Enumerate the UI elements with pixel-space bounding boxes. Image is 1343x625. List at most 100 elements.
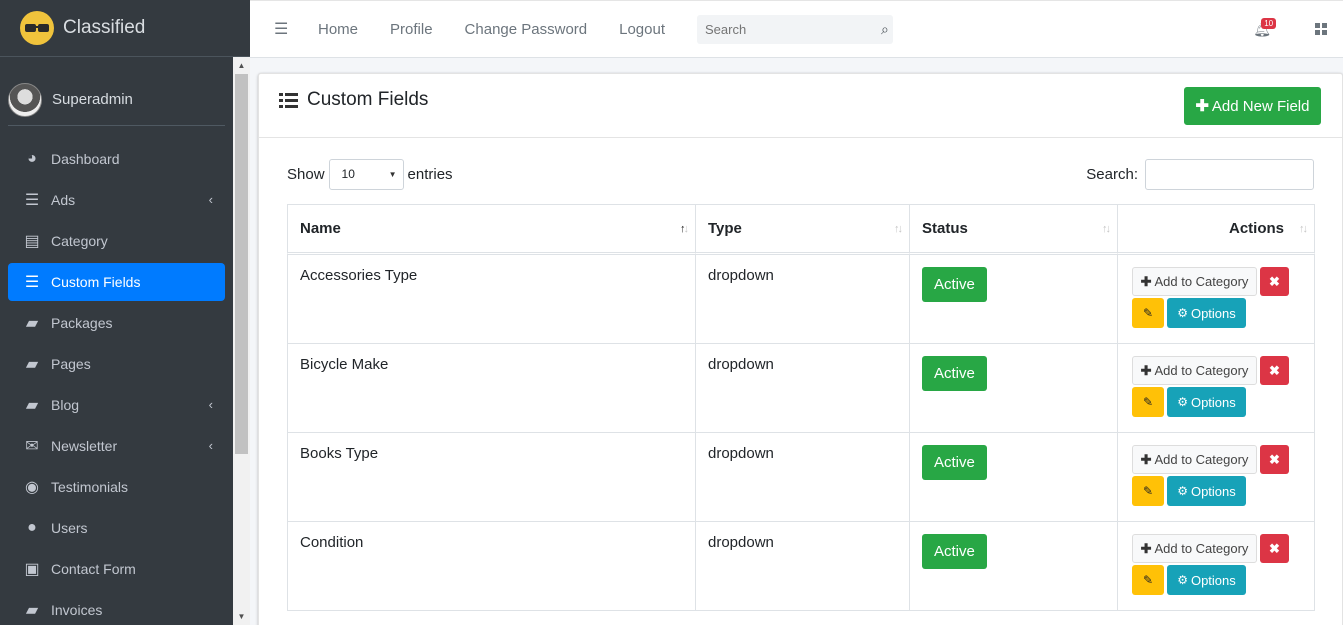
column-header-type[interactable]: Type ↑↓: [695, 204, 909, 255]
sidebar-item-newsletter[interactable]: ✉ Newsletter ‹: [8, 427, 225, 465]
user-panel[interactable]: Superadmin: [8, 57, 225, 126]
add-to-category-button[interactable]: ✚ Add to Category: [1132, 267, 1257, 296]
sidebar-item-label: Category: [51, 233, 108, 249]
status-badge[interactable]: Active: [922, 534, 987, 569]
delete-button[interactable]: ✖: [1260, 267, 1289, 296]
entries-length-control: Show 10 ▼ entries: [287, 158, 453, 190]
top-navbar: ☰ Home Profile Change Password Logout ⌕ …: [250, 0, 1343, 58]
table-search-input[interactable]: [1145, 158, 1314, 190]
table-search: Search:: [1086, 158, 1314, 190]
sidebar-item-label: Packages: [51, 315, 113, 331]
column-header-name[interactable]: Name ↑↓: [287, 204, 695, 255]
cell-status: Active: [909, 255, 1117, 344]
edit-icon: ✎: [1142, 573, 1154, 587]
sidebar-nav: ◕ Dashboard ☰ Ads ‹ ▤ Category ☰ Custom Fields ▰ P…: [0, 140, 233, 625]
close-icon: ✖: [1269, 540, 1280, 556]
edit-icon: ✎: [1142, 395, 1154, 409]
entries-select-value: 10: [341, 167, 355, 181]
apps-grid-icon[interactable]: [1315, 23, 1327, 35]
user-icon: ●: [27, 519, 37, 536]
sidebar-item-label: Newsletter: [51, 438, 118, 454]
plus-icon: ✚: [1140, 451, 1152, 467]
edit-button[interactable]: ✎: [1132, 565, 1164, 595]
sidebar-item-dashboard[interactable]: ◕ Dashboard: [8, 140, 225, 178]
sidebar-item-label: Contact Form: [51, 561, 136, 577]
sidebar-item-label: Custom Fields: [51, 274, 141, 290]
edit-icon: ✎: [1142, 484, 1154, 498]
cell-type: dropdown: [695, 433, 909, 522]
edit-button[interactable]: ✎: [1132, 298, 1164, 328]
chevron-left-icon[interactable]: ‹: [209, 397, 213, 412]
sidebar-item-label: Users: [51, 520, 88, 536]
nav-link-profile[interactable]: Profile: [390, 21, 433, 38]
sort-icon: ↑↓: [1299, 223, 1308, 235]
sidebar-item-pages[interactable]: ▰ Pages: [8, 345, 225, 383]
sidebar-item-label: Blog: [51, 397, 80, 413]
page-title-text: Custom Fields: [307, 89, 429, 110]
status-badge[interactable]: Active: [922, 445, 987, 480]
notifications-bell[interactable]: 🔔︎ 10: [1253, 18, 1277, 38]
add-new-field-button[interactable]: ✚ Add New Field: [1184, 87, 1321, 125]
search-icon[interactable]: ⌕: [881, 21, 889, 38]
sidebar-item-invoices[interactable]: ▰ Invoices: [8, 591, 225, 625]
sidebar-item-label: Testimonials: [51, 479, 129, 495]
sidebar-item-custom-fields[interactable]: ☰ Custom Fields: [8, 263, 225, 301]
sidebar-item-label: Ads: [51, 192, 76, 208]
options-button[interactable]: ⚙ Options: [1167, 476, 1246, 506]
options-button[interactable]: ⚙ Options: [1167, 298, 1246, 328]
scroll-up-arrow-icon[interactable]: ▲: [233, 57, 250, 74]
show-label: Show: [287, 165, 325, 183]
delete-button[interactable]: ✖: [1260, 445, 1289, 474]
gear-icon: ⚙: [1177, 573, 1188, 587]
table-controls: Show 10 ▼ entries Search:: [287, 158, 1314, 190]
sidebar-scrollbar[interactable]: ▲ ▼: [233, 57, 250, 625]
book-icon: ▰: [25, 602, 39, 619]
chevron-left-icon[interactable]: ‹: [209, 192, 213, 207]
table-row: Accessories Type dropdown Active ✚ Add to Ca…: [287, 255, 1315, 344]
add-to-category-button[interactable]: ✚ Add to Category: [1132, 356, 1257, 385]
status-badge[interactable]: Active: [922, 356, 987, 391]
navbar-search-input[interactable]: [705, 21, 882, 37]
nav-link-change-password[interactable]: Change Password: [465, 21, 588, 38]
card-header: Custom Fields ✚ Add New Field: [259, 74, 1342, 138]
edit-button[interactable]: ✎: [1132, 476, 1164, 506]
nav-link-logout[interactable]: Logout: [619, 21, 665, 38]
scrollbar-thumb[interactable]: [235, 74, 248, 454]
delete-button[interactable]: ✖: [1260, 534, 1289, 563]
sidebar-item-category[interactable]: ▤ Category: [8, 222, 225, 260]
user-name: Superadmin: [52, 91, 133, 108]
brand-logo-icon: [20, 11, 54, 45]
scroll-down-arrow-icon[interactable]: ▼: [233, 608, 250, 625]
status-badge[interactable]: Active: [922, 267, 987, 302]
options-button[interactable]: ⚙ Options: [1167, 565, 1246, 595]
add-to-category-button[interactable]: ✚ Add to Category: [1132, 445, 1257, 474]
add-to-category-button[interactable]: ✚ Add to Category: [1132, 534, 1257, 563]
avatar: [8, 82, 42, 117]
sidebar-item-testimonials[interactable]: ◉ Testimonials: [8, 468, 225, 506]
chevron-left-icon[interactable]: ‹: [209, 438, 213, 453]
sidebar-item-contact-form[interactable]: ▣ Contact Form: [8, 550, 225, 588]
gear-icon: ⚙: [1177, 484, 1188, 498]
gear-icon: ⚙: [1177, 306, 1188, 320]
cell-actions: ✚ Add to Category ✖ ✎ ⚙ Options: [1117, 522, 1315, 611]
edit-button[interactable]: ✎: [1132, 387, 1164, 417]
caret-down-icon: ▼: [388, 169, 397, 179]
sidebar-item-users[interactable]: ● Users: [8, 509, 225, 547]
options-button[interactable]: ⚙ Options: [1167, 387, 1246, 417]
entries-select[interactable]: 10 ▼: [328, 158, 404, 190]
column-header-actions[interactable]: Actions ↑↓: [1117, 204, 1315, 255]
nav-link-home[interactable]: Home: [318, 21, 358, 38]
brand-name: Classified: [63, 17, 146, 38]
close-icon: ✖: [1269, 362, 1280, 378]
column-header-status[interactable]: Status ↑↓: [909, 204, 1117, 255]
sidebar-item-ads[interactable]: ☰ Ads ‹: [8, 181, 225, 219]
cell-type: dropdown: [695, 344, 909, 433]
delete-button[interactable]: ✖: [1260, 356, 1289, 385]
menu-toggle-icon[interactable]: ☰: [274, 19, 288, 39]
brand[interactable]: Classified: [0, 0, 250, 57]
page-title: Custom Fields: [279, 89, 428, 111]
sidebar-item-blog[interactable]: ▰ Blog ‹: [8, 386, 225, 424]
sidebar-item-label: Invoices: [51, 602, 103, 618]
sidebar-item-packages[interactable]: ▰ Packages: [8, 304, 225, 342]
custom-fields-card: Custom Fields ✚ Add New Field Show 10 ▼ …: [258, 73, 1343, 625]
